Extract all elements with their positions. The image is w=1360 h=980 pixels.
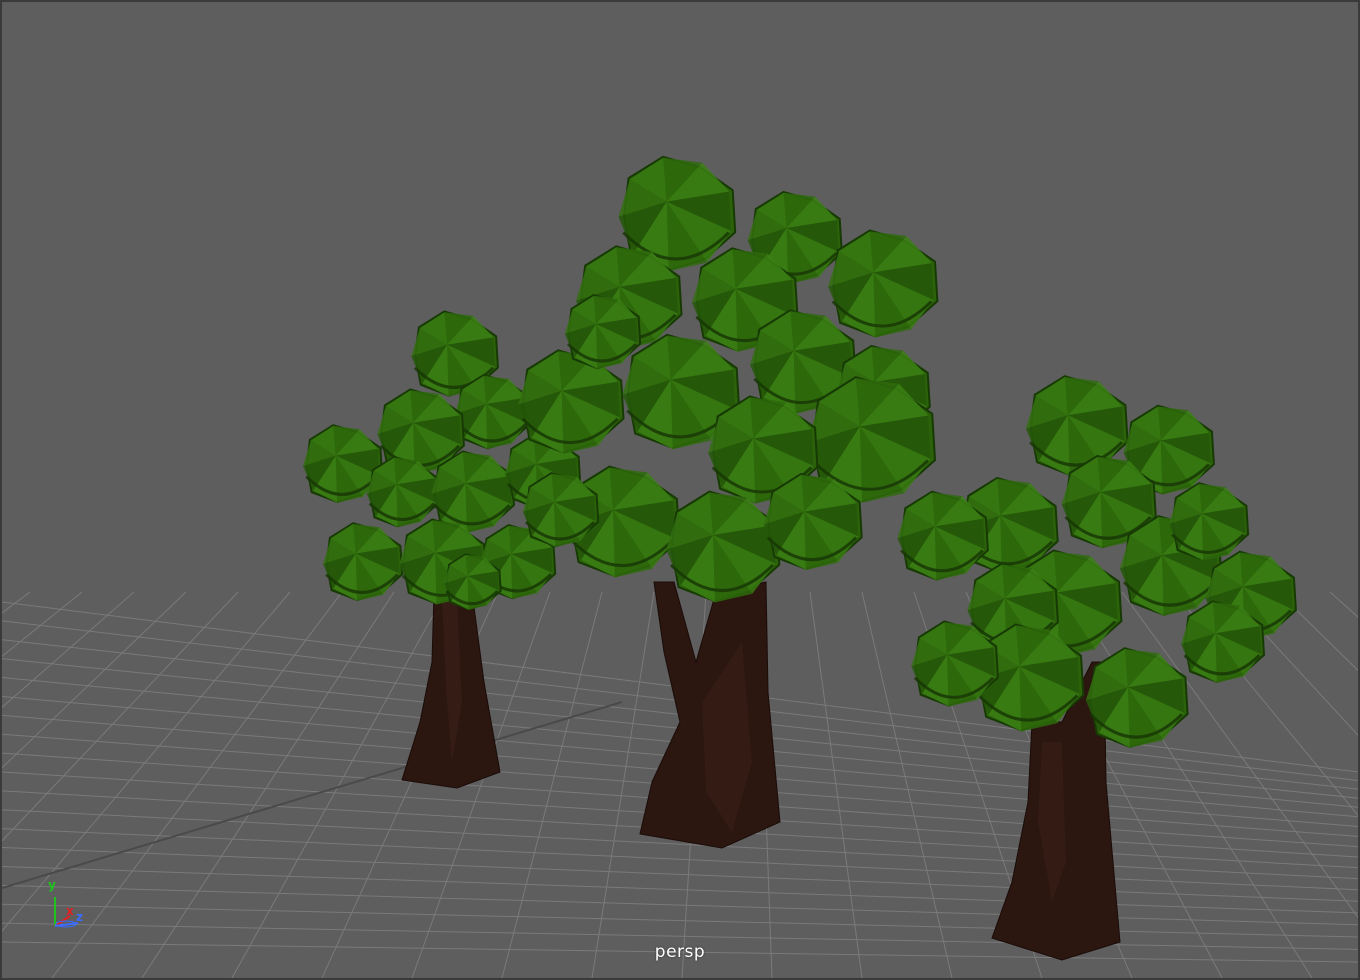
- axis-x-label: x: [66, 904, 74, 918]
- tree-middle-foliage[interactable]: [518, 155, 939, 603]
- perspective-viewport[interactable]: y x z persp: [0, 0, 1360, 980]
- axis-y-label: y: [48, 878, 56, 892]
- tree-middle[interactable]: [518, 155, 939, 849]
- axis-z-label: z: [76, 910, 83, 924]
- camera-label: persp: [654, 942, 706, 962]
- tree-right-foliage[interactable]: [897, 375, 1297, 748]
- tree-left-foliage[interactable]: [303, 310, 582, 611]
- scene-canvas[interactable]: [2, 2, 1358, 978]
